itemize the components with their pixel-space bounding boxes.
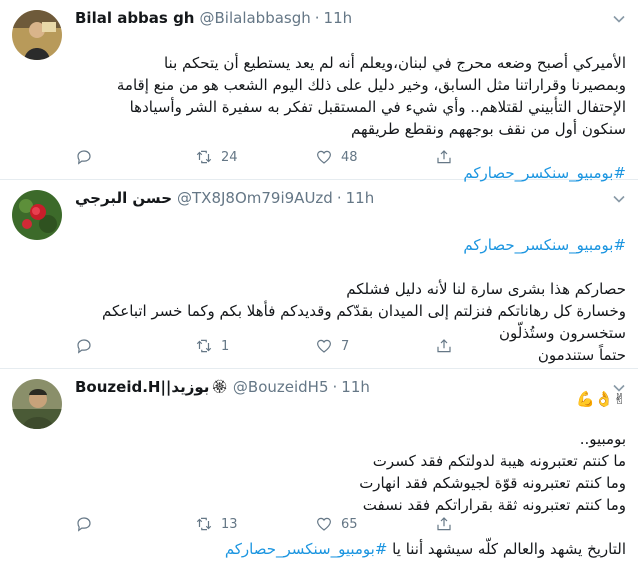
share-button[interactable] — [435, 148, 461, 166]
separator: · — [314, 9, 320, 27]
like-button[interactable]: 48 — [315, 148, 435, 166]
user-handle[interactable]: @TX8J8Om79i9AUzd — [177, 189, 333, 207]
share-button[interactable] — [435, 515, 461, 533]
retweet-icon — [196, 339, 212, 353]
avatar[interactable] — [12, 10, 62, 60]
retweet-icon — [196, 150, 212, 164]
retweet-count: 1 — [221, 338, 230, 354]
tweet-body: الأميركي أصبح وضعه محرج في لبنان،ويعلم أ… — [116, 54, 626, 138]
like-button[interactable]: 7 — [315, 337, 435, 355]
tweet: حسن البرجي @TX8J8Om79i9AUzd · 11h #بومبي… — [0, 180, 638, 408]
tweet-header: Bouzeid.H||بوزيد 🏵 @BouzeidH5 · 11h — [75, 376, 370, 398]
user-handle[interactable]: @Bilalabbasgh — [200, 9, 311, 27]
chevron-down-icon[interactable] — [612, 12, 626, 26]
tweet-header: Bilal abbas gh @Bilalabbasgh · 11h — [75, 7, 352, 29]
reply-button[interactable] — [75, 337, 195, 355]
tweet-text: بومبيو.. ما كنتم تعتبرونه هيبة لدولتكم ف… — [75, 406, 626, 582]
tweet-last-text: التاريخ يشهد والعالم كلّه سيشهد أننا يا — [387, 540, 626, 558]
heart-icon — [317, 150, 331, 164]
reply-button[interactable] — [75, 148, 195, 166]
tweet-header: حسن البرجي @TX8J8Om79i9AUzd · 11h — [75, 187, 374, 209]
reply-icon — [77, 339, 91, 354]
like-count: 7 — [341, 338, 350, 354]
avatar[interactable] — [12, 190, 62, 240]
tweet-actions: 24 48 — [75, 148, 461, 166]
tweet-body: بومبيو.. ما كنتم تعتبرونه هيبة لدولتكم ف… — [359, 430, 626, 514]
timestamp[interactable]: 11h — [346, 189, 375, 207]
user-name[interactable]: Bouzeid.H||بوزيد — [75, 378, 209, 396]
tweet: Bilal abbas gh @Bilalabbasgh · 11h الأمي… — [0, 0, 638, 182]
reply-button[interactable] — [75, 515, 195, 533]
separator: · — [336, 189, 342, 207]
flower-icon: 🏵 — [211, 379, 228, 395]
tweet-actions: 13 65 — [75, 515, 461, 533]
tweet: Bouzeid.H||بوزيد 🏵 @BouzeidH5 · 11h بومب… — [0, 369, 638, 558]
retweet-icon — [196, 517, 212, 531]
heart-icon — [317, 517, 331, 531]
chevron-down-icon[interactable] — [612, 381, 626, 395]
like-button[interactable]: 65 — [315, 515, 435, 533]
user-name[interactable]: Bilal abbas gh — [75, 9, 195, 27]
timestamp[interactable]: 11h — [324, 9, 353, 27]
retweet-button[interactable]: 13 — [195, 515, 315, 533]
like-count: 48 — [341, 149, 358, 165]
retweet-count: 13 — [221, 516, 238, 532]
share-button[interactable] — [435, 337, 461, 355]
timestamp[interactable]: 11h — [341, 378, 370, 396]
user-handle[interactable]: @BouzeidH5 — [233, 378, 329, 396]
reply-icon — [77, 150, 91, 165]
tweet-actions: 1 7 — [75, 337, 461, 355]
reply-icon — [77, 517, 91, 532]
separator: · — [332, 378, 338, 396]
retweet-button[interactable]: 1 — [195, 337, 315, 355]
user-name[interactable]: حسن البرجي — [75, 189, 172, 207]
tweet-last-line: التاريخ يشهد والعالم كلّه سيشهد أننا يا … — [75, 538, 626, 560]
share-icon — [437, 150, 451, 164]
share-icon — [437, 517, 451, 531]
chevron-down-icon[interactable] — [612, 192, 626, 206]
hashtag-link[interactable]: #بومبيو_سنكسر_حصاركم — [225, 540, 388, 558]
avatar[interactable] — [12, 379, 62, 429]
heart-icon — [317, 339, 331, 353]
hashtag-link[interactable]: #بومبيو_سنكسر_حصاركم — [75, 234, 626, 256]
share-icon — [437, 339, 451, 353]
retweet-count: 24 — [221, 149, 238, 165]
retweet-button[interactable]: 24 — [195, 148, 315, 166]
like-count: 65 — [341, 516, 358, 532]
